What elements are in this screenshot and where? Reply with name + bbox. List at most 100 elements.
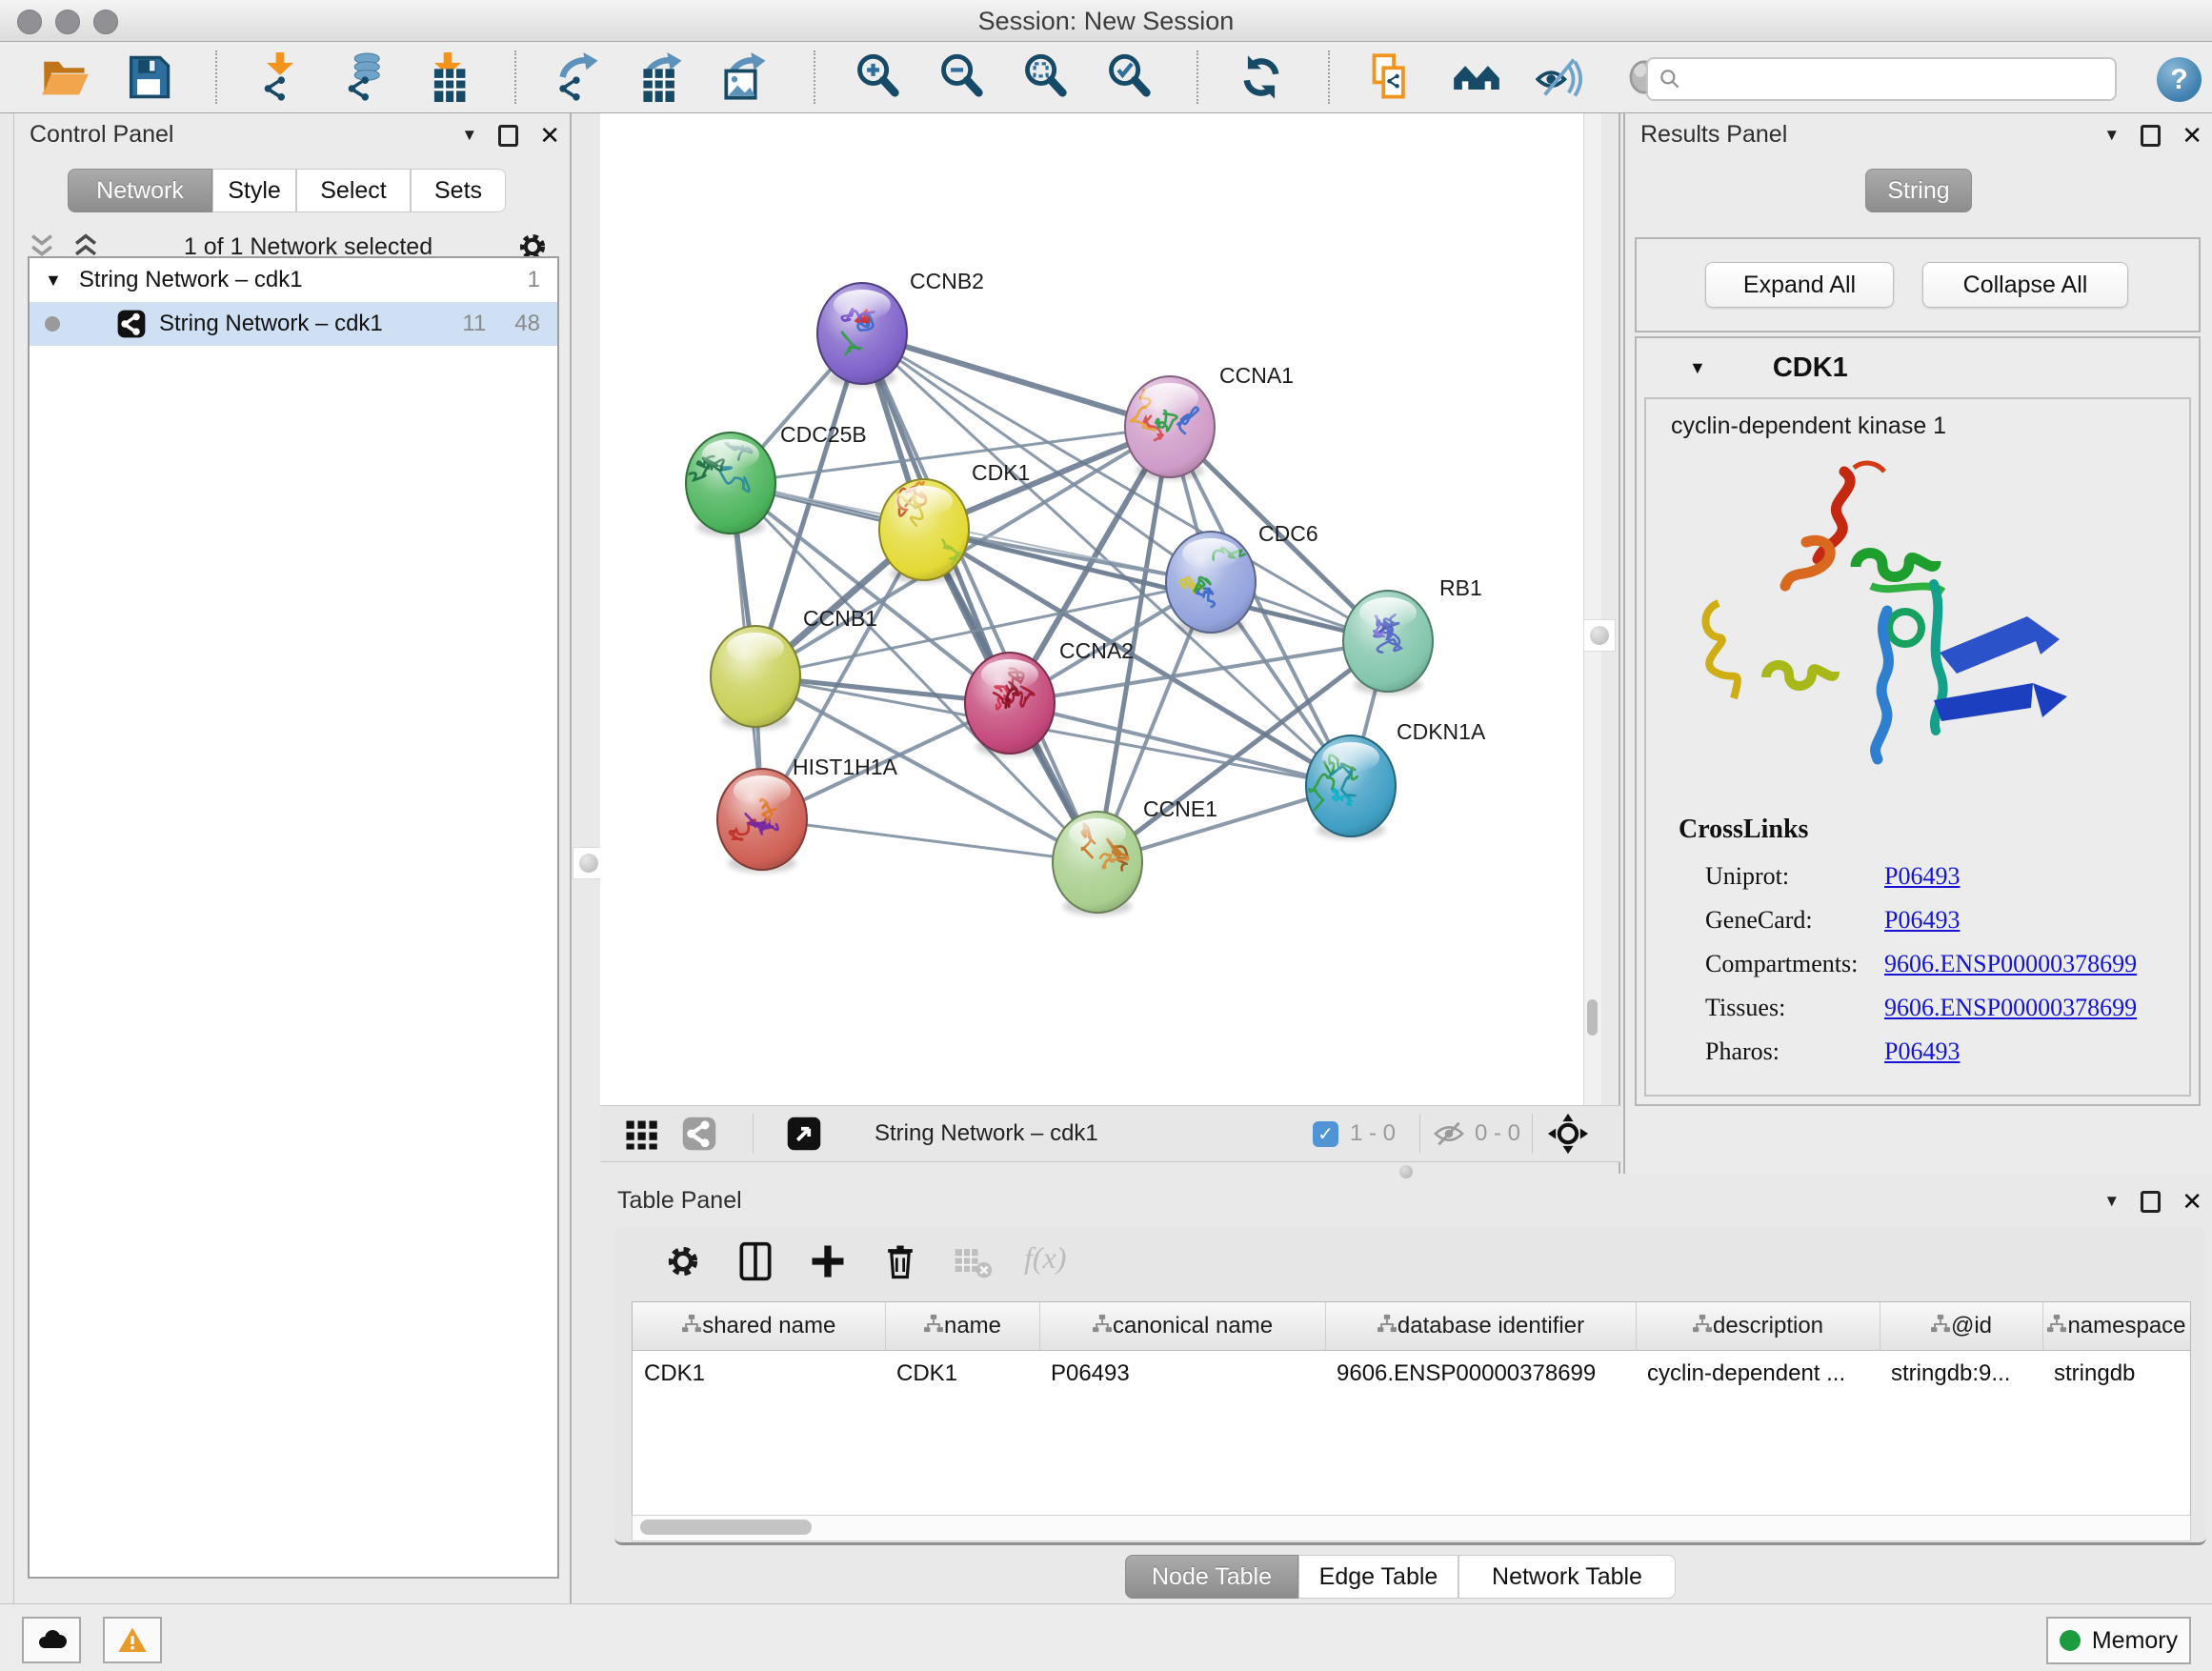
table-horizontal-scrollbar[interactable]	[632, 1515, 2191, 1541]
zoom-fit-content-button[interactable]	[1017, 49, 1075, 106]
column-header[interactable]: @id	[1880, 1302, 2042, 1351]
table-cell[interactable]: cyclin-dependent ...	[1636, 1351, 1880, 1398]
copy-network-button[interactable]	[1364, 49, 1421, 106]
panel-menu-icon[interactable]: ▼	[461, 126, 477, 145]
tab-style[interactable]: Style	[212, 169, 296, 212]
network-label: String Network – cdk1	[159, 311, 383, 337]
panel-menu-icon[interactable]: ▼	[2103, 126, 2120, 145]
panel-close-icon[interactable]: ✕	[539, 123, 560, 148]
apply-function-button: f(x)	[1024, 1240, 1066, 1282]
node-CDKN1A[interactable]	[1306, 735, 1396, 839]
crosslink-link[interactable]: P06493	[1884, 862, 1960, 891]
zoom-in-button[interactable]	[850, 49, 907, 106]
save-session-button[interactable]	[120, 49, 177, 106]
results-panel-title: Results Panel	[1640, 121, 1787, 149]
warnings-button[interactable]	[103, 1617, 162, 1663]
gene-section-header[interactable]: ▼ CDK1	[1637, 338, 2199, 397]
export-table-button[interactable]	[634, 49, 692, 106]
column-header[interactable]: canonical name	[1039, 1302, 1325, 1351]
show-graphics-details-button[interactable]	[1532, 49, 1589, 106]
network-vertical-scrollbar[interactable]	[1583, 113, 1601, 1105]
panel-float-icon[interactable]	[2141, 125, 2161, 147]
panel-float-icon[interactable]	[498, 125, 518, 147]
table-cell[interactable]: stringdb	[2042, 1351, 2190, 1398]
cloud-button[interactable]	[22, 1617, 81, 1663]
home-view-button[interactable]	[1448, 49, 1505, 106]
zoom-out-button[interactable]	[934, 49, 991, 106]
network-badge-button[interactable]	[682, 1106, 716, 1161]
network-canvas[interactable]: CCNB2CCNA1CDC25BCDK1CDC6RB1CCNB1CCNA2CDK…	[600, 113, 1583, 1105]
search-box[interactable]	[1646, 57, 2117, 101]
fit-selected-button[interactable]	[1547, 1106, 1589, 1161]
column-header[interactable]: namespace	[2042, 1302, 2190, 1351]
tree-expander-icon[interactable]: ▼	[45, 271, 62, 291]
search-input[interactable]	[1682, 60, 2115, 98]
create-column-button[interactable]	[807, 1240, 849, 1282]
tab-string[interactable]: String	[1865, 169, 1972, 212]
tab-edge-table[interactable]: Edge Table	[1298, 1555, 1458, 1599]
expand-all-button[interactable]: Expand All	[1705, 262, 1894, 308]
export-image-button[interactable]	[718, 49, 775, 106]
panel-close-icon[interactable]: ✕	[2182, 1189, 2202, 1214]
hidden-indicator[interactable]: 0 - 0	[1433, 1106, 1520, 1161]
scrollbar-thumb[interactable]	[640, 1520, 812, 1535]
node-CDC6[interactable]	[1166, 532, 1267, 635]
import-table-from-file-icon	[423, 52, 473, 102]
column-header[interactable]: database identifier	[1325, 1302, 1636, 1351]
horizontal-splitter-handle[interactable]	[1399, 1165, 1413, 1178]
apply-preferred-layout-button[interactable]	[1233, 49, 1290, 106]
node-HIST1H1A[interactable]	[717, 769, 807, 873]
node-CCNE1[interactable]	[1053, 812, 1142, 916]
column-header[interactable]: description	[1636, 1302, 1880, 1351]
tab-node-table[interactable]: Node Table	[1125, 1555, 1298, 1599]
panel-menu-icon[interactable]: ▼	[2103, 1192, 2120, 1211]
table-cell[interactable]: CDK1	[885, 1351, 1039, 1398]
selected-indicator[interactable]: ✓ 1 - 0	[1313, 1106, 1396, 1161]
table-row[interactable]: CDK1CDK1P064939606.ENSP00000378699cyclin…	[633, 1351, 2190, 1398]
crosslink-link[interactable]: P06493	[1884, 906, 1960, 935]
memory-button[interactable]: Memory	[2046, 1617, 2191, 1664]
birdseye-grid-button[interactable]	[625, 1106, 659, 1161]
node-label-CDK1: CDK1	[972, 460, 1030, 485]
scrollbar-thumb[interactable]	[1587, 999, 1598, 1036]
right-splitter-handle[interactable]	[1583, 619, 1616, 652]
show-columns-button[interactable]	[734, 1240, 776, 1282]
column-header[interactable]: shared name	[633, 1302, 885, 1351]
collapse-section-icon[interactable]: ▼	[1689, 358, 1706, 378]
node-RB1[interactable]	[1343, 591, 1433, 695]
import-network-from-file-button[interactable]	[251, 49, 309, 106]
table-settings-button[interactable]	[662, 1240, 704, 1282]
tab-network-table[interactable]: Network Table	[1458, 1555, 1676, 1599]
node-CCNA1[interactable]	[1125, 376, 1215, 480]
column-header[interactable]: name	[885, 1302, 1039, 1351]
tab-network[interactable]: Network	[68, 169, 212, 212]
network-edges[interactable]	[731, 333, 1388, 862]
tab-select[interactable]: Select	[296, 169, 411, 212]
zoom-selected-region-button[interactable]	[1101, 49, 1158, 106]
network-collection-row[interactable]: ▼ String Network – cdk1 1	[30, 258, 557, 302]
collapse-all-button[interactable]: Collapse All	[1922, 262, 2128, 308]
open-in-window-button[interactable]	[787, 1106, 821, 1161]
table-cell[interactable]: 9606.ENSP00000378699	[1325, 1351, 1636, 1398]
delete-column-button[interactable]	[879, 1240, 921, 1282]
export-network-button[interactable]	[551, 49, 608, 106]
panel-close-icon[interactable]: ✕	[2182, 123, 2202, 148]
table-cell[interactable]: P06493	[1039, 1351, 1325, 1398]
node-CCNB1[interactable]	[711, 626, 800, 730]
import-network-from-database-button[interactable]	[335, 49, 392, 106]
table-cell[interactable]: stringdb:9...	[1880, 1351, 2042, 1398]
help-button[interactable]: ?	[2157, 57, 2202, 102]
import-table-from-file-button[interactable]	[419, 49, 476, 106]
node-table[interactable]: shared namenamecanonical namedatabase id…	[632, 1301, 2191, 1517]
panel-float-icon[interactable]	[2141, 1191, 2161, 1213]
node-CDK1[interactable]	[879, 474, 969, 583]
node-CDC25B[interactable]	[685, 433, 775, 536]
open-session-button[interactable]	[36, 49, 93, 106]
crosslink-link[interactable]: 9606.ENSP00000378699	[1884, 950, 2137, 978]
crosslink-link[interactable]: 9606.ENSP00000378699	[1884, 994, 2137, 1022]
table-cell[interactable]: CDK1	[633, 1351, 885, 1398]
crosslink-link[interactable]: P06493	[1884, 1037, 1960, 1066]
table-settings-icon	[662, 1240, 704, 1282]
network-row[interactable]: String Network – cdk1 11 48	[30, 302, 557, 346]
tab-sets[interactable]: Sets	[411, 169, 506, 212]
